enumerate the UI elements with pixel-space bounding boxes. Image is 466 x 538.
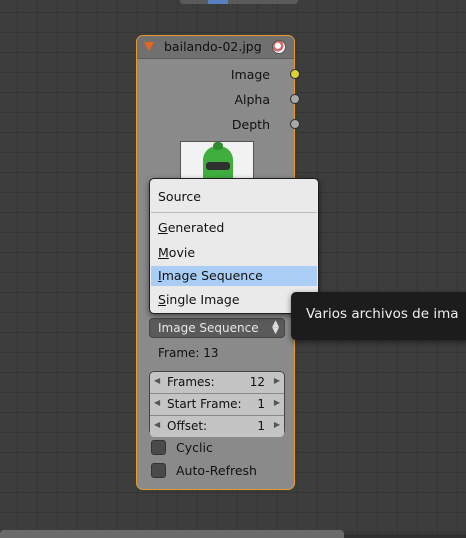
output-label: Depth (231, 117, 270, 132)
header-strip (180, 0, 298, 4)
menu-item-image-sequence[interactable]: Image Sequence (151, 266, 317, 286)
auto-refresh-checkbox[interactable] (151, 463, 166, 478)
output-label: Image (230, 67, 270, 82)
menu-item-label: mage Sequence (161, 268, 263, 283)
node-header[interactable]: bailando-02.jpg (137, 36, 294, 59)
image-thumbnail (180, 141, 254, 183)
render-preview-icon[interactable] (272, 40, 286, 54)
frame-readout: Frame: 13 (158, 346, 219, 360)
decrement-arrow-icon[interactable]: ◀ (154, 398, 160, 407)
frame-fields: ◀ Frames: 12 ▶ ◀ Start Frame: 1 ▶ ◀ Offs… (149, 371, 285, 437)
checkbox-label: Auto-Refresh (176, 463, 257, 478)
menu-title: Source (158, 189, 201, 204)
offset-field[interactable]: ◀ Offset: 1 ▶ (150, 416, 284, 437)
increment-arrow-icon[interactable]: ▶ (274, 398, 280, 407)
source-select[interactable]: Image Sequence ▲ ▼ (149, 318, 285, 338)
menu-item-movie[interactable]: Movie (151, 243, 317, 263)
decrement-arrow-icon[interactable]: ◀ (154, 376, 160, 385)
menu-separator (151, 212, 317, 213)
frames-field[interactable]: ◀ Frames: 12 ▶ (150, 372, 284, 394)
field-value: 1 (257, 419, 265, 433)
cyclic-checkbox[interactable] (151, 440, 166, 455)
menu-accelerator: M (158, 245, 169, 260)
character-head-top (213, 142, 223, 150)
decrement-arrow-icon[interactable]: ◀ (154, 420, 160, 429)
horizontal-scrollbar[interactable] (0, 530, 344, 538)
menu-item-label: ingle Image (165, 292, 240, 307)
field-label: Offset: (167, 419, 208, 433)
field-value: 12 (249, 375, 265, 389)
field-label: Frames: (167, 375, 215, 389)
field-value: 1 (257, 397, 265, 411)
image-socket-icon[interactable] (290, 69, 300, 79)
increment-arrow-icon[interactable]: ▶ (274, 376, 280, 385)
tooltip: Varios archivos de ima (291, 292, 466, 340)
menu-item-generated[interactable]: Generated (151, 218, 317, 238)
node-title: bailando-02.jpg (164, 39, 262, 54)
output-depth: Depth (135, 115, 300, 135)
menu-item-label: ovie (168, 245, 196, 260)
alpha-socket-icon[interactable] (290, 94, 300, 104)
output-image: Image (135, 65, 300, 85)
tooltip-text: Varios archivos de ima (306, 306, 459, 322)
depth-socket-icon[interactable] (290, 119, 300, 129)
header-selected-tab[interactable] (208, 0, 228, 4)
field-label: Start Frame: (167, 397, 242, 411)
checkbox-label: Cyclic (176, 440, 213, 455)
collapse-triangle-icon[interactable] (144, 42, 154, 51)
start-frame-field[interactable]: ◀ Start Frame: 1 ▶ (150, 394, 284, 416)
menu-accelerator: G (158, 220, 168, 235)
menu-accelerator: S (158, 292, 166, 307)
increment-arrow-icon[interactable]: ▶ (274, 420, 280, 429)
character-visor (206, 162, 230, 170)
scrollbar-track (344, 534, 466, 538)
output-label: Alpha (234, 92, 270, 107)
output-alpha: Alpha (135, 90, 300, 110)
menu-item-label: enerated (167, 220, 225, 235)
source-select-value: Image Sequence (158, 321, 259, 335)
updown-arrows-icon: ▲ ▼ (272, 319, 279, 336)
